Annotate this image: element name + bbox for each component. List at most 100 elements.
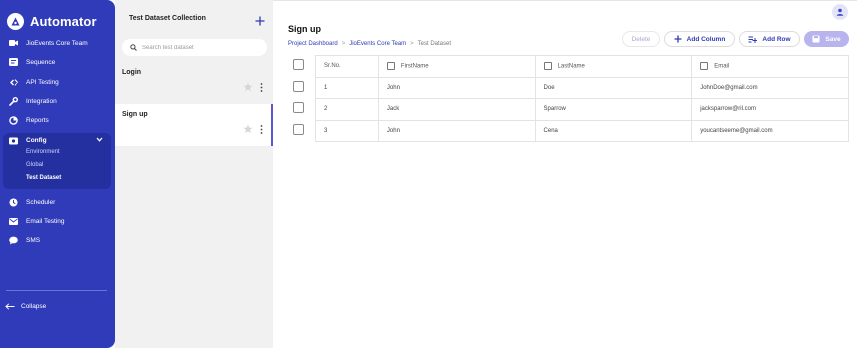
delete-button[interactable]: Delete bbox=[622, 31, 660, 47]
column-checkbox[interactable] bbox=[543, 62, 552, 71]
row-checkbox[interactable] bbox=[293, 124, 304, 135]
user-icon bbox=[836, 8, 844, 16]
sidebar-item-jioevents-core-team[interactable]: JioEvents Core Team bbox=[0, 34, 111, 52]
cell-email[interactable]: JohnDoe@gmail.com bbox=[691, 76, 849, 99]
sidebar-item-label: Scheduler bbox=[26, 198, 56, 206]
sidebar-item-scheduler[interactable]: Scheduler bbox=[0, 193, 111, 211]
sidebar-subitem-test-dataset[interactable]: Test Dataset bbox=[26, 175, 61, 181]
collapse-button[interactable]: Collapse bbox=[5, 303, 46, 310]
save-icon bbox=[812, 35, 820, 43]
add-row-icon bbox=[748, 36, 758, 43]
dataset-item-sign-up[interactable]: Sign up bbox=[115, 104, 273, 146]
chevron-down-icon[interactable] bbox=[96, 137, 103, 144]
header-divider bbox=[273, 0, 857, 1]
sidebar-item-integration[interactable]: Integration bbox=[0, 92, 111, 110]
star-icon[interactable] bbox=[243, 121, 253, 139]
sidebar-divider bbox=[6, 290, 107, 291]
sidebar-item-reports[interactable]: Reports bbox=[0, 111, 111, 129]
sidebar-item-label: API Testing bbox=[26, 78, 59, 86]
chat-icon bbox=[9, 236, 18, 245]
more-options-icon[interactable] bbox=[260, 121, 263, 139]
brand[interactable]: Automator bbox=[7, 12, 97, 30]
sequence-icon bbox=[9, 58, 18, 67]
add-dataset-button[interactable] bbox=[255, 13, 265, 26]
app-name: Automator bbox=[30, 13, 97, 29]
sidebar-item-sequence[interactable]: Sequence bbox=[0, 53, 111, 71]
column-header-lastname[interactable]: LastName bbox=[534, 55, 693, 78]
cell-email[interactable]: jacksparrow@ril.com bbox=[691, 98, 849, 121]
cell-lastname[interactable]: Doe bbox=[534, 76, 693, 99]
page-title: Sign up bbox=[288, 24, 321, 34]
column-header-email[interactable]: Email bbox=[691, 55, 849, 78]
dataset-name: Login bbox=[122, 69, 142, 76]
select-all-checkbox[interactable] bbox=[293, 59, 304, 70]
cell-firstname[interactable]: Jack bbox=[377, 98, 536, 121]
cell-lastname[interactable]: Sparrow bbox=[534, 98, 693, 121]
cell-srno: 2 bbox=[315, 98, 379, 121]
sidebar-item-label: JioEvents Core Team bbox=[26, 39, 88, 47]
save-label: Save bbox=[825, 35, 841, 43]
save-button[interactable]: Save bbox=[804, 31, 849, 47]
more-options-icon[interactable] bbox=[260, 79, 263, 97]
sidebar-item-sms[interactable]: SMS bbox=[0, 231, 111, 249]
reports-icon bbox=[9, 115, 18, 125]
row-checkbox[interactable] bbox=[293, 81, 304, 92]
cell-firstname[interactable]: John bbox=[377, 119, 536, 142]
sidebar-subitem-global[interactable]: Global bbox=[26, 162, 43, 168]
sidebar-item-api-testing[interactable]: API Testing bbox=[0, 73, 111, 91]
column-header-firstname[interactable]: FirstName bbox=[377, 55, 536, 78]
mail-icon bbox=[9, 217, 18, 226]
sidebar-item-label: Config bbox=[26, 137, 47, 144]
sidebar-item-config[interactable]: Config bbox=[3, 133, 111, 148]
config-group: Config Environment Global Test Dataset bbox=[3, 133, 111, 189]
sidebar-subitem-environment[interactable]: Environment bbox=[26, 149, 60, 155]
sidebar-item-label: Integration bbox=[26, 97, 57, 105]
api-icon bbox=[9, 78, 18, 87]
automator-logo-icon bbox=[7, 12, 24, 30]
cell-firstname[interactable]: John bbox=[377, 76, 536, 99]
dataset-collection-panel: Test Dataset Collection Login Sign up bbox=[115, 0, 273, 348]
clock-icon bbox=[9, 198, 18, 207]
breadcrumb-separator-icon: > bbox=[341, 41, 346, 47]
breadcrumb-separator-icon: > bbox=[410, 41, 414, 47]
sidebar: Automator JioEvents Core Team Sequence A… bbox=[0, 0, 115, 348]
wrench-icon bbox=[9, 96, 18, 106]
search-input[interactable] bbox=[142, 44, 262, 51]
dataset-table: Sr.No. FirstName LastName Email 1 John D… bbox=[315, 55, 849, 142]
column-header-label: Email bbox=[714, 63, 730, 70]
cell-srno: 1 bbox=[315, 76, 379, 99]
breadcrumb-project-dashboard[interactable]: Project Dashboard bbox=[288, 41, 338, 47]
video-icon bbox=[9, 39, 18, 48]
sidebar-item-label: Sequence bbox=[26, 58, 56, 66]
dataset-name: Sign up bbox=[122, 111, 148, 118]
cell-email[interactable]: youcantseeme@gmail.com bbox=[691, 119, 849, 142]
sidebar-item-label: Email Testing bbox=[26, 217, 65, 225]
plus-icon bbox=[674, 35, 682, 43]
sidebar-item-label: SMS bbox=[26, 236, 41, 244]
breadcrumb-current: Test Dataset bbox=[417, 41, 452, 47]
sidebar-item-email-testing[interactable]: Email Testing bbox=[0, 212, 111, 230]
collapse-label: Collapse bbox=[21, 303, 47, 310]
column-checkbox[interactable] bbox=[700, 62, 709, 71]
breadcrumb-team[interactable]: JioEvents Core Team bbox=[349, 41, 406, 47]
main-content bbox=[273, 0, 857, 348]
user-avatar[interactable] bbox=[832, 4, 848, 20]
app-root: Automator JioEvents Core Team Sequence A… bbox=[0, 0, 857, 348]
dataset-item-login[interactable]: Login bbox=[115, 62, 273, 104]
collection-title: Test Dataset Collection bbox=[129, 15, 206, 22]
row-checkbox[interactable] bbox=[293, 102, 304, 113]
table-row: 1 John Doe JohnDoe@gmail.com bbox=[315, 76, 849, 99]
add-column-button[interactable]: Add Column bbox=[664, 31, 735, 47]
add-row-button[interactable]: Add Row bbox=[739, 31, 800, 47]
cell-lastname[interactable]: Cena bbox=[534, 119, 693, 142]
star-icon[interactable] bbox=[243, 79, 253, 97]
breadcrumb: Project Dashboard > JioEvents Core Team … bbox=[288, 41, 451, 47]
cell-srno: 3 bbox=[315, 119, 379, 142]
add-row-label: Add Row bbox=[762, 35, 791, 43]
table-header-row: Sr.No. FirstName LastName Email bbox=[315, 55, 849, 78]
column-header-label: FirstName bbox=[400, 63, 429, 70]
column-checkbox[interactable] bbox=[386, 62, 395, 71]
table-row: 3 John Cena youcantseeme@gmail.com bbox=[315, 119, 849, 142]
column-header-label: LastName bbox=[557, 63, 585, 70]
config-icon bbox=[9, 136, 18, 145]
